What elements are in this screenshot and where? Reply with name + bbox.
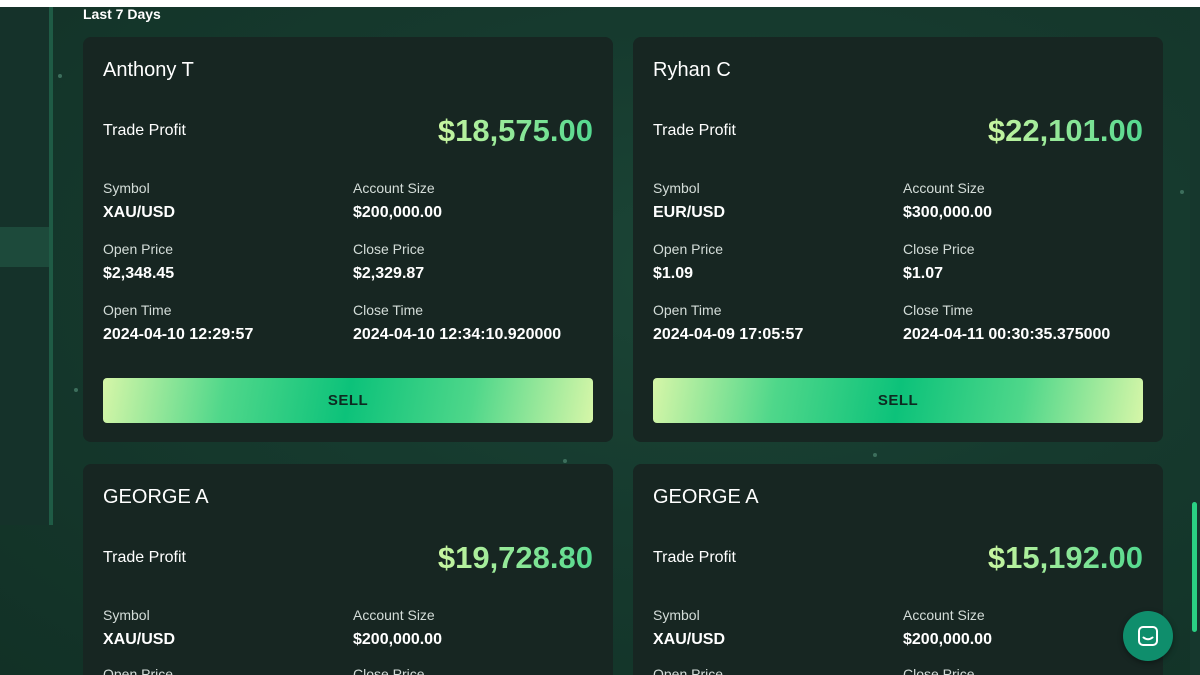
symbol-field: Symbol XAU/USD <box>653 607 725 649</box>
close-price-label: Close Price <box>903 666 975 675</box>
close-time-field: Close Time 2024-04-11 00:30:35.375000 <box>903 302 1110 344</box>
account-size-label: Account Size <box>353 607 435 623</box>
close-price-field: Close Price <box>903 666 975 675</box>
open-price-label: Open Price <box>653 666 724 675</box>
sell-button[interactable]: SELL <box>653 378 1143 423</box>
account-size-label: Account Size <box>903 180 985 196</box>
open-price-field: Open Price $2,348.45 <box>103 241 174 283</box>
account-size-value: $200,000.00 <box>903 631 992 648</box>
top-strip <box>0 0 1200 7</box>
open-time-label: Open Time <box>653 302 722 318</box>
account-size-field: Account Size $200,000.00 <box>353 180 442 222</box>
open-price-label: Open Price <box>103 666 174 675</box>
trade-card: GEORGE A Trade Profit $19,728.80 Symbol … <box>83 464 613 675</box>
account-size-field: Account Size $200,000.00 <box>903 607 992 649</box>
open-time-label: Open Time <box>103 302 172 318</box>
account-size-label: Account Size <box>353 180 435 196</box>
trade-card: GEORGE A Trade Profit $15,192.00 Symbol … <box>633 464 1163 675</box>
account-size-field: Account Size $200,000.00 <box>353 607 442 649</box>
trader-name: GEORGE A <box>653 486 759 508</box>
chat-icon <box>1138 626 1158 646</box>
close-price-field: Close Price <box>353 666 425 675</box>
open-time-field: Open Time 2024-04-09 17:05:57 <box>653 302 803 344</box>
open-time-value: 2024-04-10 12:29:57 <box>103 326 254 343</box>
trader-name: Ryhan C <box>653 59 731 81</box>
trade-card: Anthony T Trade Profit $18,575.00 Symbol… <box>83 37 613 442</box>
scrollbar-thumb[interactable] <box>1192 502 1197 632</box>
trade-profit-label: Trade Profit <box>103 122 186 139</box>
symbol-value: XAU/USD <box>103 204 176 221</box>
open-time-field: Open Time 2024-04-10 12:29:57 <box>103 302 253 344</box>
close-time-label: Close Time <box>353 302 424 318</box>
sidebar-active-item[interactable] <box>0 227 49 267</box>
trade-profit-value: $22,101.00 <box>987 113 1143 148</box>
close-time-label: Close Time <box>903 302 974 318</box>
trader-name: Anthony T <box>103 59 194 81</box>
account-size-label: Account Size <box>903 607 985 623</box>
trade-profit-label: Trade Profit <box>653 122 736 139</box>
open-time-value: 2024-04-09 17:05:57 <box>653 326 804 343</box>
sell-button[interactable]: SELL <box>103 378 593 423</box>
open-price-field: Open Price <box>103 666 173 675</box>
close-price-value: $1.07 <box>903 265 944 282</box>
open-price-label: Open Price <box>653 241 724 257</box>
trade-card: Ryhan C Trade Profit $22,101.00 Symbol E… <box>633 37 1163 442</box>
close-time-value: 2024-04-10 12:34:10.920000 <box>353 326 562 343</box>
account-size-value: $200,000.00 <box>353 631 442 648</box>
trade-profit-label: Trade Profit <box>653 549 736 566</box>
open-price-field: Open Price $1.09 <box>653 241 723 283</box>
close-price-field: Close Price $2,329.87 <box>353 241 425 283</box>
close-price-label: Close Price <box>353 241 425 257</box>
close-price-label: Close Price <box>903 241 975 257</box>
close-time-field: Close Time 2024-04-10 12:34:10.920000 <box>353 302 561 344</box>
close-price-value: $2,329.87 <box>353 265 425 282</box>
trade-profit-value: $19,728.80 <box>437 540 593 575</box>
trade-profit-label: Trade Profit <box>103 549 186 566</box>
trade-profit-value: $15,192.00 <box>987 540 1143 575</box>
open-price-label: Open Price <box>103 241 174 257</box>
open-price-value: $1.09 <box>653 265 694 282</box>
symbol-label: Symbol <box>653 607 700 623</box>
symbol-field: Symbol EUR/USD <box>653 180 725 222</box>
trade-profit-value: $18,575.00 <box>437 113 593 148</box>
trader-name: GEORGE A <box>103 486 209 508</box>
close-price-field: Close Price $1.07 <box>903 241 975 283</box>
close-time-value: 2024-04-11 00:30:35.375000 <box>903 326 1111 343</box>
symbol-label: Symbol <box>103 607 150 623</box>
open-price-field: Open Price <box>653 666 723 675</box>
account-size-value: $300,000.00 <box>903 204 992 221</box>
symbol-field: Symbol XAU/USD <box>103 180 175 222</box>
symbol-value: XAU/USD <box>653 631 726 648</box>
symbol-label: Symbol <box>653 180 700 196</box>
account-size-field: Account Size $300,000.00 <box>903 180 992 222</box>
symbol-label: Symbol <box>103 180 150 196</box>
symbol-value: XAU/USD <box>103 631 176 648</box>
open-price-value: $2,348.45 <box>103 265 175 282</box>
account-size-value: $200,000.00 <box>353 204 442 221</box>
chat-launcher-button[interactable] <box>1123 611 1173 661</box>
close-price-label: Close Price <box>353 666 425 675</box>
section-label: Last 7 Days <box>83 6 161 22</box>
symbol-value: EUR/USD <box>653 204 726 221</box>
symbol-field: Symbol XAU/USD <box>103 607 175 649</box>
